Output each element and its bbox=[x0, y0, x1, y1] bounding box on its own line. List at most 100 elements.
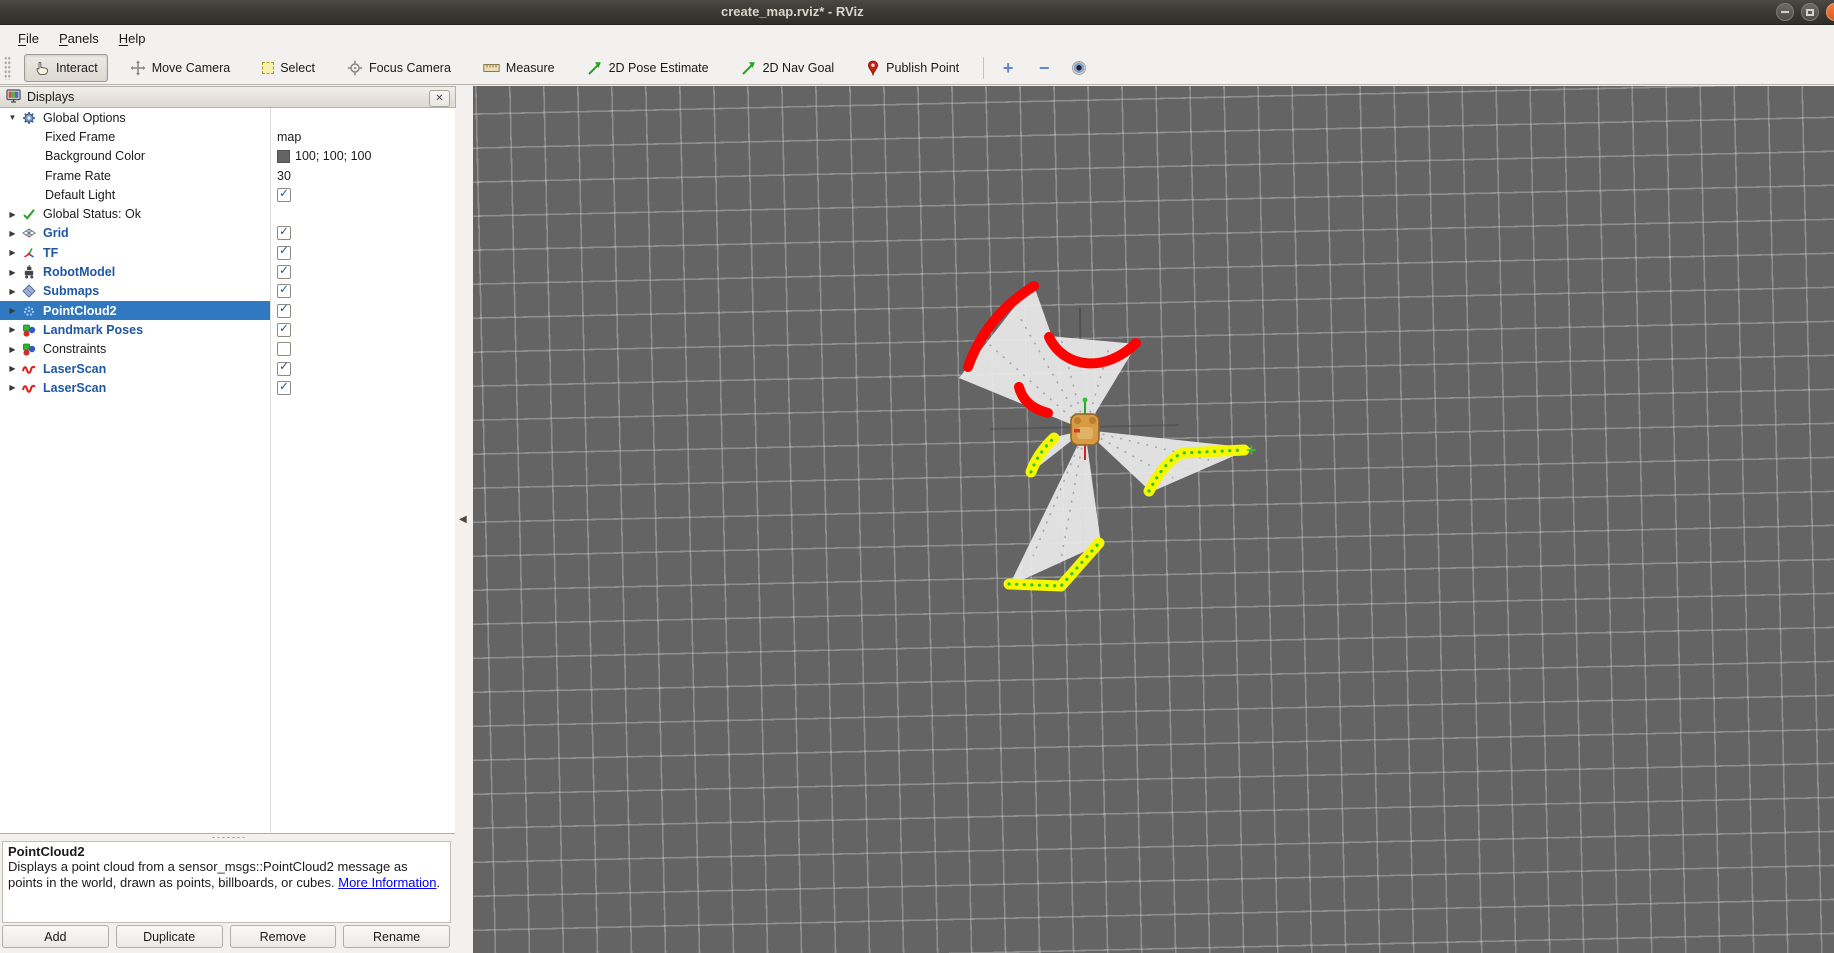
menu-panels[interactable]: Panels bbox=[49, 27, 109, 50]
laserscan-wave-icon bbox=[22, 362, 39, 376]
splitter-dots-icon bbox=[211, 836, 245, 839]
fixed-frame-value[interactable]: map bbox=[277, 130, 301, 144]
selection-box-icon bbox=[262, 62, 274, 74]
default-light-checkbox[interactable]: ✓ bbox=[277, 188, 291, 202]
rename-display-button[interactable]: Rename bbox=[343, 925, 450, 948]
expander-right-icon[interactable]: ▶ bbox=[7, 364, 18, 373]
ruler-icon bbox=[483, 62, 500, 74]
panel-splitter[interactable]: ◀ bbox=[456, 86, 473, 953]
robotmodel-checkbox[interactable]: ✓ bbox=[277, 265, 291, 279]
display-row-global-status[interactable]: ▶ Global Status: Ok bbox=[0, 204, 455, 223]
tf-axes-icon bbox=[22, 246, 39, 260]
focus-camera-tool-label: Focus Camera bbox=[369, 61, 451, 75]
property-row-fixed-frame[interactable]: Fixed Frame map bbox=[0, 127, 455, 146]
displays-tree: ▼ Global Options Fixed Frame map Backgro… bbox=[0, 108, 455, 834]
focus-camera-tool-button[interactable]: Focus Camera bbox=[337, 54, 461, 82]
expander-right-icon[interactable]: ▶ bbox=[7, 229, 18, 238]
expander-down-icon[interactable]: ▼ bbox=[7, 113, 18, 122]
grid-checkbox[interactable]: ✓ bbox=[277, 226, 291, 240]
expander-right-icon[interactable]: ▶ bbox=[7, 287, 18, 296]
close-button[interactable] bbox=[1826, 3, 1834, 21]
expander-right-icon[interactable]: ▶ bbox=[7, 383, 18, 392]
description-splitter-handle[interactable] bbox=[0, 834, 456, 841]
property-row-frame-rate[interactable]: Frame Rate 30 bbox=[0, 166, 455, 185]
property-row-default-light[interactable]: Default Light ✓ bbox=[0, 185, 455, 204]
expander-right-icon[interactable]: ▶ bbox=[7, 325, 18, 334]
green-arrow-icon bbox=[587, 60, 603, 76]
window-title: create_map.rviz* - RViz bbox=[721, 4, 864, 19]
background-color-label: Background Color bbox=[45, 149, 145, 163]
display-row-constraints[interactable]: ▶ Constraints bbox=[0, 340, 455, 359]
expander-right-icon[interactable]: ▶ bbox=[7, 210, 18, 219]
move-camera-tool-button[interactable]: Move Camera bbox=[120, 54, 241, 82]
display-row-grid[interactable]: ▶ Grid ✓ bbox=[0, 224, 455, 243]
background-color-value[interactable]: 100; 100; 100 bbox=[295, 149, 371, 163]
pose-estimate-tool-label: 2D Pose Estimate bbox=[609, 61, 709, 75]
display-action-buttons: Add Duplicate Remove Rename bbox=[2, 925, 450, 948]
display-row-laserscan-1[interactable]: ▶ LaserScan ✓ bbox=[0, 359, 455, 378]
display-row-tf[interactable]: ▶ TF ✓ bbox=[0, 243, 455, 262]
toolbar: Interact Move Camera Select Focus Camera… bbox=[0, 51, 1834, 85]
gear-icon bbox=[22, 111, 39, 125]
tf-checkbox[interactable]: ✓ bbox=[277, 246, 291, 260]
constraints-label: Constraints bbox=[43, 342, 106, 356]
tf-label: TF bbox=[43, 246, 58, 260]
remove-tool-button[interactable]: − bbox=[1032, 58, 1056, 78]
titlebar[interactable]: create_map.rviz* - RViz bbox=[0, 0, 1834, 25]
move-camera-tool-label: Move Camera bbox=[152, 61, 231, 75]
pointcloud2-checkbox[interactable]: ✓ bbox=[277, 304, 291, 318]
robotmodel-label: RobotModel bbox=[43, 265, 115, 279]
laserscan-wave-icon bbox=[22, 381, 39, 395]
laserscan-label: LaserScan bbox=[43, 381, 106, 395]
display-row-landmark-poses[interactable]: ▶ Landmark Poses ✓ bbox=[0, 320, 455, 339]
expander-right-icon[interactable]: ▶ bbox=[7, 268, 18, 277]
maximize-button[interactable] bbox=[1801, 3, 1819, 21]
pointcloud-dots-icon bbox=[22, 304, 39, 318]
constraints-checkbox[interactable] bbox=[277, 342, 291, 356]
select-tool-button[interactable]: Select bbox=[252, 55, 325, 81]
property-row-background-color[interactable]: Background Color 100; 100; 100 bbox=[0, 147, 455, 166]
nav-goal-tool-label: 2D Nav Goal bbox=[763, 61, 835, 75]
expander-right-icon[interactable]: ▶ bbox=[7, 248, 18, 257]
global-status-label: Global Status: Ok bbox=[43, 207, 141, 221]
display-description: PointCloud2 Displays a point cloud from … bbox=[2, 841, 451, 923]
remove-display-button[interactable]: Remove bbox=[230, 925, 337, 948]
landmark-poses-checkbox[interactable]: ✓ bbox=[277, 323, 291, 337]
add-display-button[interactable]: Add bbox=[2, 925, 109, 948]
displays-panel-header[interactable]: Displays ✕ bbox=[0, 86, 456, 108]
tool-options-eye-icon[interactable] bbox=[1072, 61, 1086, 75]
grid-display-icon bbox=[22, 226, 39, 240]
display-row-submaps[interactable]: ▶ Submaps ✓ bbox=[0, 282, 455, 301]
laserscan-checkbox[interactable]: ✓ bbox=[277, 362, 291, 376]
measure-tool-button[interactable]: Measure bbox=[473, 55, 565, 81]
menu-file[interactable]: File bbox=[8, 27, 49, 50]
minimize-button[interactable] bbox=[1776, 3, 1794, 21]
nav-goal-tool-button[interactable]: 2D Nav Goal bbox=[731, 54, 845, 82]
submaps-checkbox[interactable]: ✓ bbox=[277, 284, 291, 298]
displays-close-button[interactable]: ✕ bbox=[429, 90, 450, 107]
green-arrow-icon bbox=[741, 60, 757, 76]
color-swatch[interactable] bbox=[277, 150, 290, 163]
expander-right-icon[interactable]: ▶ bbox=[7, 345, 18, 354]
render-view[interactable] bbox=[473, 86, 1834, 953]
display-row-pointcloud2[interactable]: ▶ PointCloud2 ✓ bbox=[0, 301, 455, 320]
display-row-global-options[interactable]: ▼ Global Options bbox=[0, 108, 455, 127]
display-row-robotmodel[interactable]: ▶ RobotModel ✓ bbox=[0, 262, 455, 281]
laserscan-checkbox[interactable]: ✓ bbox=[277, 381, 291, 395]
more-information-link[interactable]: More Information bbox=[338, 875, 436, 890]
frame-rate-value[interactable]: 30 bbox=[277, 169, 291, 183]
poses-cluster-icon bbox=[22, 323, 39, 337]
add-tool-button[interactable]: + bbox=[996, 58, 1020, 78]
select-tool-label: Select bbox=[280, 61, 315, 75]
interact-tool-button[interactable]: Interact bbox=[24, 54, 108, 82]
display-row-laserscan-2[interactable]: ▶ LaserScan ✓ bbox=[0, 378, 455, 397]
toolbar-grip-handle[interactable] bbox=[4, 56, 11, 80]
publish-point-tool-button[interactable]: Publish Point bbox=[856, 54, 969, 82]
tf-frame-marker bbox=[1074, 429, 1080, 433]
pose-estimate-tool-button[interactable]: 2D Pose Estimate bbox=[577, 54, 719, 82]
panel-collapse-arrow-icon[interactable]: ◀ bbox=[459, 514, 467, 525]
duplicate-display-button[interactable]: Duplicate bbox=[116, 925, 223, 948]
menu-help[interactable]: Help bbox=[109, 27, 156, 50]
publish-point-tool-label: Publish Point bbox=[886, 61, 959, 75]
expander-right-icon[interactable]: ▶ bbox=[7, 306, 18, 315]
